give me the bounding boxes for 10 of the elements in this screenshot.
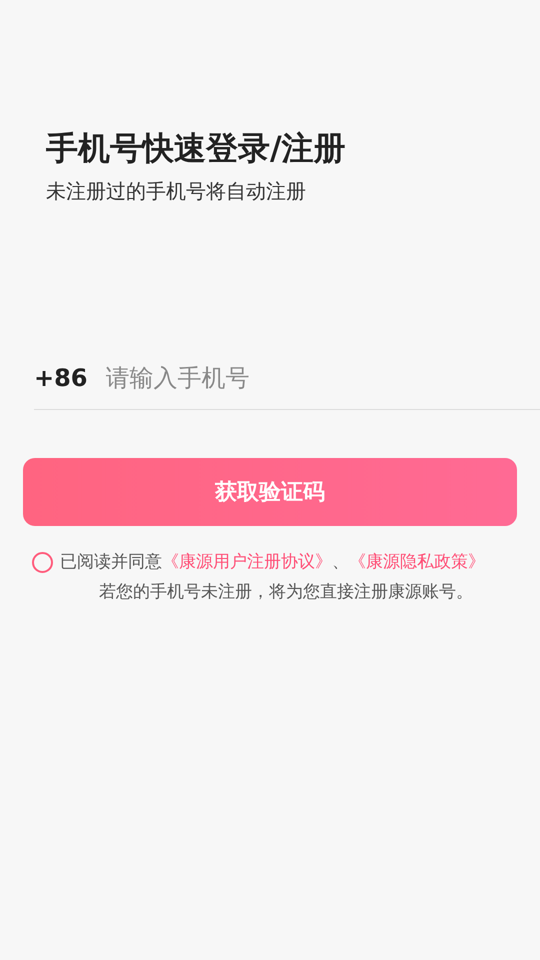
page-subtitle: 未注册过的手机号将自动注册 (46, 178, 307, 205)
phone-input-field[interactable]: 请输入手机号 (106, 360, 540, 396)
page-title: 手机号快速登录/注册 (46, 128, 347, 169)
agreement-text: 已阅读并同意《康源用户注册协议》、《康源隐私政策》 (60, 551, 485, 574)
agreement-checkbox[interactable] (32, 552, 53, 574)
country-code[interactable]: +86 (34, 360, 88, 396)
user-agreement-link[interactable]: 《康源用户注册协议》 (162, 552, 332, 572)
agreement-note: 若您的手机号未注册，将为您直接注册康源账号。 (98, 580, 474, 604)
get-code-button[interactable]: 获取验证码 (23, 458, 517, 526)
privacy-policy-link[interactable]: 《康源隐私政策》 (349, 552, 485, 572)
